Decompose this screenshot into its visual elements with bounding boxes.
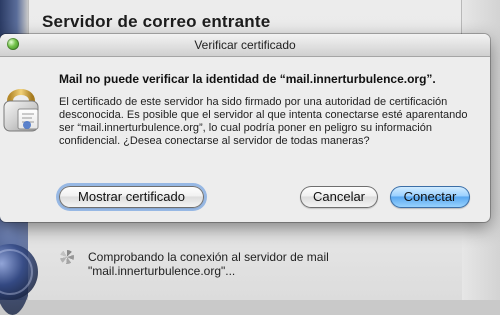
show-certificate-button[interactable]: Mostrar certificado (59, 186, 204, 208)
verify-certificate-dialog: Verificar certificado Mail no puede veri… (0, 34, 490, 222)
connect-button[interactable]: Conectar (390, 186, 470, 208)
cancel-button[interactable]: Cancelar (300, 186, 378, 208)
dialog-message: El certificado de este servidor ha sido … (59, 96, 468, 147)
dialog-title: Verificar certificado (194, 38, 296, 52)
spinner-icon (60, 250, 74, 264)
dialog-titlebar: Verificar certificado (0, 34, 490, 57)
progress-line-1: Comprobando la conexión al servidor de m… (88, 250, 329, 264)
seal-icon (0, 244, 38, 300)
dialog-headline: Mail no puede verificar la identidad de … (59, 72, 436, 86)
lock-icon (3, 89, 39, 132)
progress-line-2: "mail.innerturbulence.org"... (88, 264, 236, 278)
incoming-mail-server-title: Servidor de correo entrante (42, 12, 271, 31)
progress-text: Comprobando la conexión al servidor de m… (88, 250, 388, 278)
